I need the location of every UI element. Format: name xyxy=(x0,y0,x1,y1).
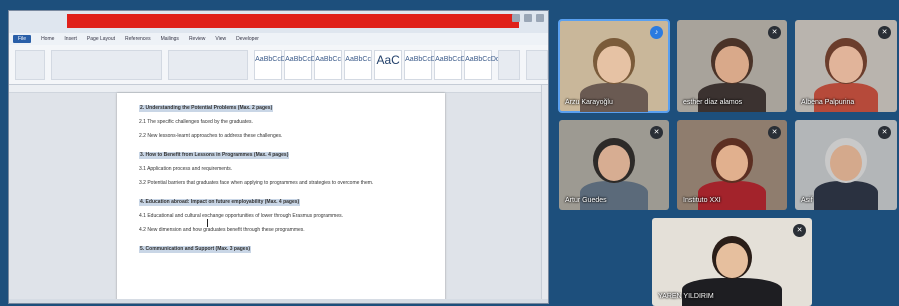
tab-file[interactable]: File xyxy=(13,35,32,43)
tab-home[interactable]: Home xyxy=(41,36,54,42)
participant-name: Arzu Karayoğlu xyxy=(565,99,613,106)
ribbon-tabs: File Home Insert Page Layout References … xyxy=(9,33,548,45)
participant-name: Artur Guedes xyxy=(565,197,607,204)
style-preset[interactable]: AaBbCcDc xyxy=(434,49,469,80)
section-heading: 3. How to Benefit from Lessons in Progra… xyxy=(139,152,290,159)
vertical-scrollbar[interactable] xyxy=(541,85,548,303)
text-cursor xyxy=(207,219,210,227)
participant-tile[interactable]: ✕ YAREN YILDIRIM xyxy=(652,218,812,306)
mic-muted-icon: ✕ xyxy=(793,224,806,237)
mic-active-icon: ♪ xyxy=(650,26,663,39)
participant-face xyxy=(597,45,631,83)
document-page[interactable]: 2. Understanding the Potential Problems … xyxy=(117,93,445,303)
document-line: 4.2 New dimension and how graduates bene… xyxy=(139,227,305,233)
style-preset[interactable]: AaC xyxy=(374,49,403,80)
participant-body xyxy=(697,181,767,210)
screen-share-banner xyxy=(67,14,519,28)
maximize-icon[interactable] xyxy=(524,14,532,22)
style-preset[interactable]: AaBbCcDc xyxy=(464,49,499,80)
ribbon: AaBbCcDc AaBbCcDc AaBbCc AaBbCc AaC AaBbCcDc A… xyxy=(9,45,548,85)
document-line: 4.1 Educational and cultural exchange op… xyxy=(139,213,344,219)
paragraph-group[interactable] xyxy=(168,49,249,80)
ruler xyxy=(9,85,548,93)
section-heading: 4. Education abroad: Impact on future em… xyxy=(139,199,301,206)
participant-body xyxy=(579,181,649,210)
editing-group[interactable] xyxy=(526,49,548,80)
participant-name: Instituto XXI xyxy=(683,197,721,204)
tab-review[interactable]: Review xyxy=(189,36,205,42)
participant-body xyxy=(579,82,649,112)
style-preset[interactable]: AaBbCcDc xyxy=(284,49,319,80)
document-line: 2.2 New lessons-learnt approaches to add… xyxy=(139,133,283,139)
participant-tile[interactable]: ✕ Instituto XXI xyxy=(677,120,787,210)
clipboard-group[interactable] xyxy=(15,49,45,80)
participant-face xyxy=(829,45,863,83)
participant-tile[interactable]: ♪ Arzu Karayoğlu xyxy=(558,19,670,113)
mic-muted-icon: ✕ xyxy=(878,26,891,39)
participant-name: Albena Palpurina xyxy=(801,99,855,106)
section-heading: 5. Communication and Support (Max. 3 pag… xyxy=(139,246,252,253)
tab-references[interactable]: References xyxy=(125,36,151,42)
tab-developer[interactable]: Developer xyxy=(236,36,259,42)
minimize-icon[interactable] xyxy=(512,14,520,22)
window-controls xyxy=(512,14,544,22)
participant-tile[interactable]: ✕ Artur Guedes xyxy=(559,120,669,210)
participant-name: esther díaz alamos xyxy=(683,99,743,106)
style-preset[interactable]: AaBbCcDc xyxy=(404,49,439,80)
status-bar xyxy=(9,299,548,303)
mic-muted-icon: ✕ xyxy=(768,126,781,139)
participant-body xyxy=(814,181,878,210)
participant-body xyxy=(682,277,782,306)
participant-face xyxy=(716,242,748,279)
style-preset[interactable]: AaBbCc xyxy=(344,49,373,80)
participant-name: Asif xyxy=(801,197,813,204)
participant-tile[interactable]: ✕ Albena Palpurina xyxy=(795,20,897,112)
participant-name: YAREN YILDIRIM xyxy=(658,293,714,300)
change-styles-button[interactable] xyxy=(498,49,521,80)
document-line: 3.2 Potential barriers that graduates fa… xyxy=(139,180,374,186)
mic-muted-icon: ✕ xyxy=(878,126,891,139)
word-titlebar xyxy=(9,11,548,33)
shared-word-window: File Home Insert Page Layout References … xyxy=(8,10,549,304)
tab-insert[interactable]: Insert xyxy=(64,36,77,42)
participant-tile[interactable]: ✕ Asif xyxy=(795,120,897,210)
mic-muted-icon: ✕ xyxy=(650,126,663,139)
mic-muted-icon: ✕ xyxy=(768,26,781,39)
tab-page-layout[interactable]: Page Layout xyxy=(87,36,115,42)
tab-view[interactable]: View xyxy=(215,36,226,42)
close-icon[interactable] xyxy=(536,14,544,22)
document-area: 2. Understanding the Potential Problems … xyxy=(9,85,548,303)
document-line: 3.1 Application process and requirements… xyxy=(139,166,233,172)
styles-gallery: AaBbCcDc AaBbCcDc AaBbCc AaBbCc AaC AaBbCcDc A… xyxy=(254,49,499,80)
tab-mailings[interactable]: Mailings xyxy=(161,36,179,42)
style-preset[interactable]: AaBbCcDc xyxy=(254,49,289,80)
participant-body xyxy=(697,82,767,112)
participant-body xyxy=(814,82,878,112)
style-preset[interactable]: AaBbCc xyxy=(314,49,343,80)
document-line: 2.1 The specific challenges faced by the… xyxy=(139,119,253,125)
section-heading: 2. Understanding the Potential Problems … xyxy=(139,105,274,112)
participant-face xyxy=(715,45,749,83)
participant-tile[interactable]: ✕ esther díaz alamos xyxy=(677,20,787,112)
font-group[interactable] xyxy=(50,49,163,80)
